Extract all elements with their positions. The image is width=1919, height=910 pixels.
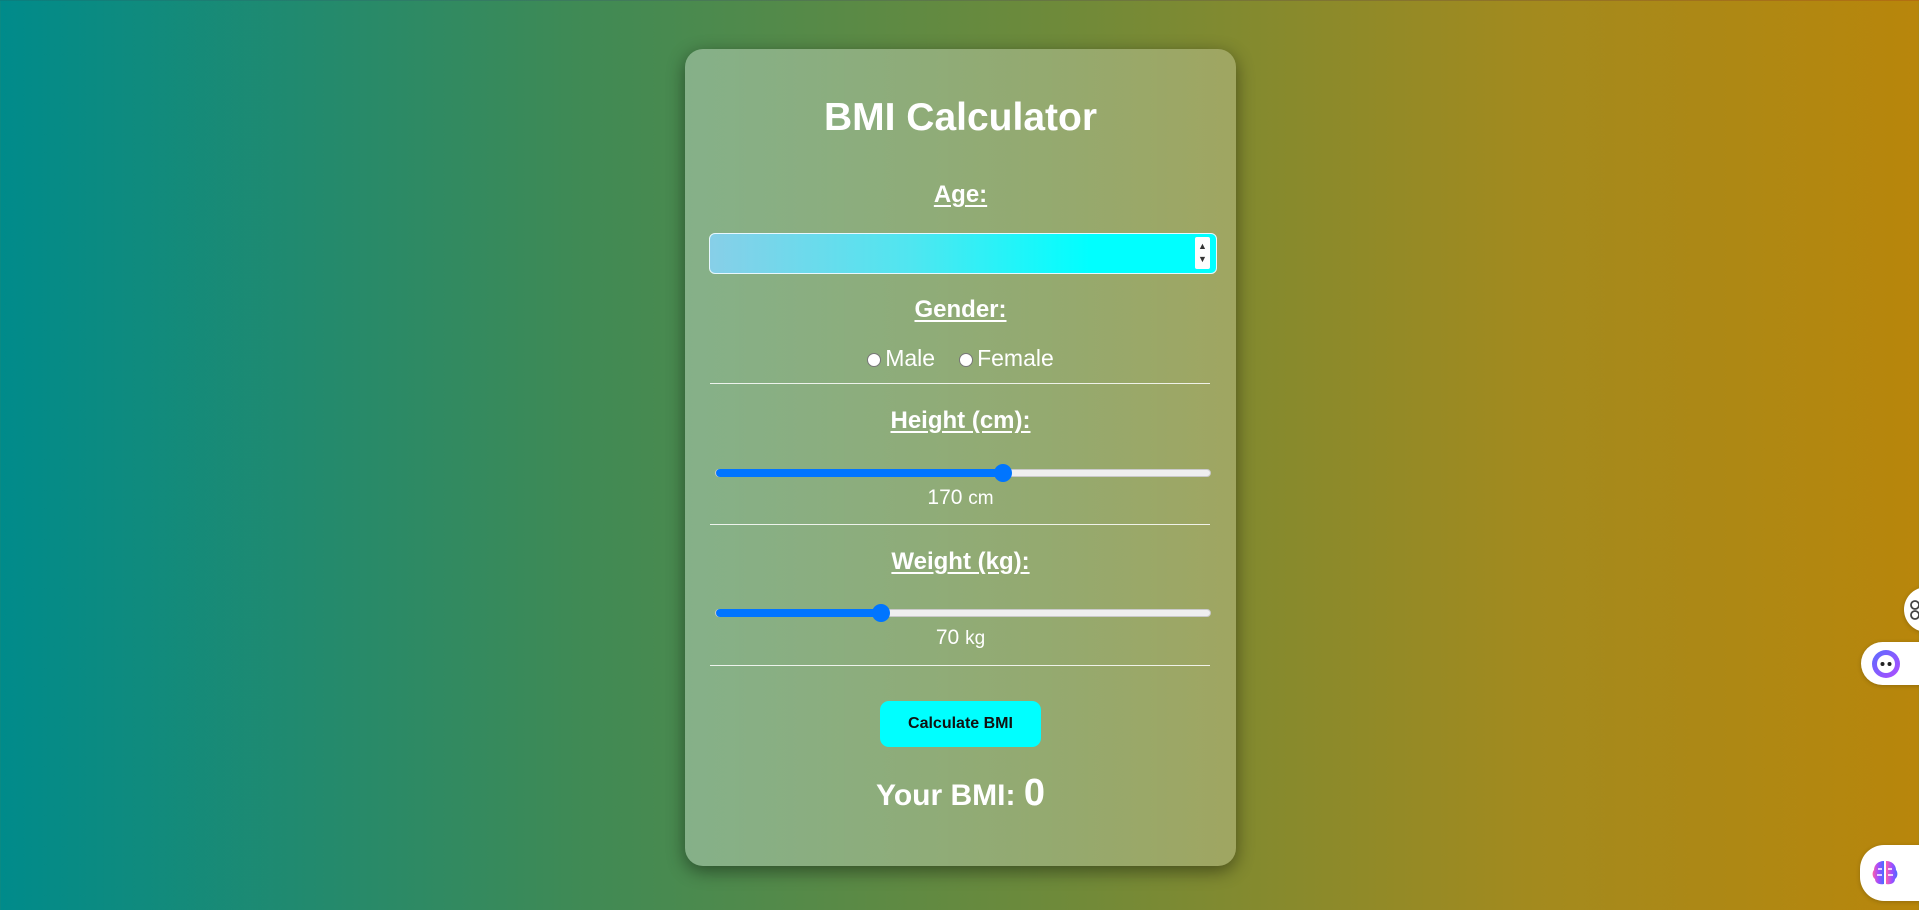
height-slider-fill xyxy=(716,469,1003,477)
bmi-result-value: 0 xyxy=(1023,772,1045,814)
divider xyxy=(710,383,1210,384)
brain-button[interactable] xyxy=(1860,845,1919,901)
top-border xyxy=(0,0,1919,1)
calculate-bmi-button[interactable]: Calculate BMI xyxy=(880,701,1041,747)
gender-label: Gender: xyxy=(914,296,1007,323)
radio-circle-icon[interactable] xyxy=(867,353,882,367)
radio-male[interactable]: Male xyxy=(867,345,935,372)
bmi-result: Your BMI: 0 xyxy=(685,769,1236,818)
assistant-bot-button[interactable] xyxy=(1861,642,1919,685)
age-stepper[interactable]: ▲ ▼ xyxy=(1195,237,1210,269)
page-title: BMI Calculator xyxy=(823,96,1098,139)
divider xyxy=(710,524,1210,525)
weight-slider[interactable] xyxy=(715,604,1211,622)
weight-value: 70 kg xyxy=(685,626,1236,650)
age-label: Age: xyxy=(933,181,988,208)
weight-number: 70 xyxy=(935,626,960,649)
height-value: 170 cm xyxy=(685,486,1236,510)
bmi-result-label: Your BMI: xyxy=(876,779,1016,812)
weight-label: Weight (kg): xyxy=(891,548,1030,575)
height-label: Height (cm): xyxy=(890,407,1031,434)
divider xyxy=(710,665,1210,666)
weight-slider-thumb[interactable] xyxy=(872,604,890,622)
height-number: 170 xyxy=(927,486,963,509)
gender-options: Male Female xyxy=(685,345,1236,372)
weight-slider-fill xyxy=(716,609,881,617)
brain-icon xyxy=(1872,861,1898,885)
radio-circle-icon[interactable] xyxy=(959,353,974,367)
apps-grid-icon xyxy=(1909,599,1919,620)
assistant-bot-icon xyxy=(1872,649,1900,678)
weight-unit: kg xyxy=(965,628,986,649)
apps-grid-button[interactable] xyxy=(1904,587,1919,632)
radio-male-label: Male xyxy=(885,345,936,371)
stepper-down-icon[interactable]: ▼ xyxy=(1198,253,1207,266)
radio-female-label: Female xyxy=(977,345,1054,371)
radio-female[interactable]: Female xyxy=(959,345,1054,372)
stepper-up-icon[interactable]: ▲ xyxy=(1198,240,1207,253)
bmi-card: BMI Calculator Age: ▲ ▼ Gender: Male Fem… xyxy=(685,49,1236,866)
height-slider[interactable] xyxy=(715,464,1211,482)
height-slider-thumb[interactable] xyxy=(994,464,1012,482)
height-unit: cm xyxy=(968,488,994,509)
age-input[interactable] xyxy=(709,233,1217,274)
